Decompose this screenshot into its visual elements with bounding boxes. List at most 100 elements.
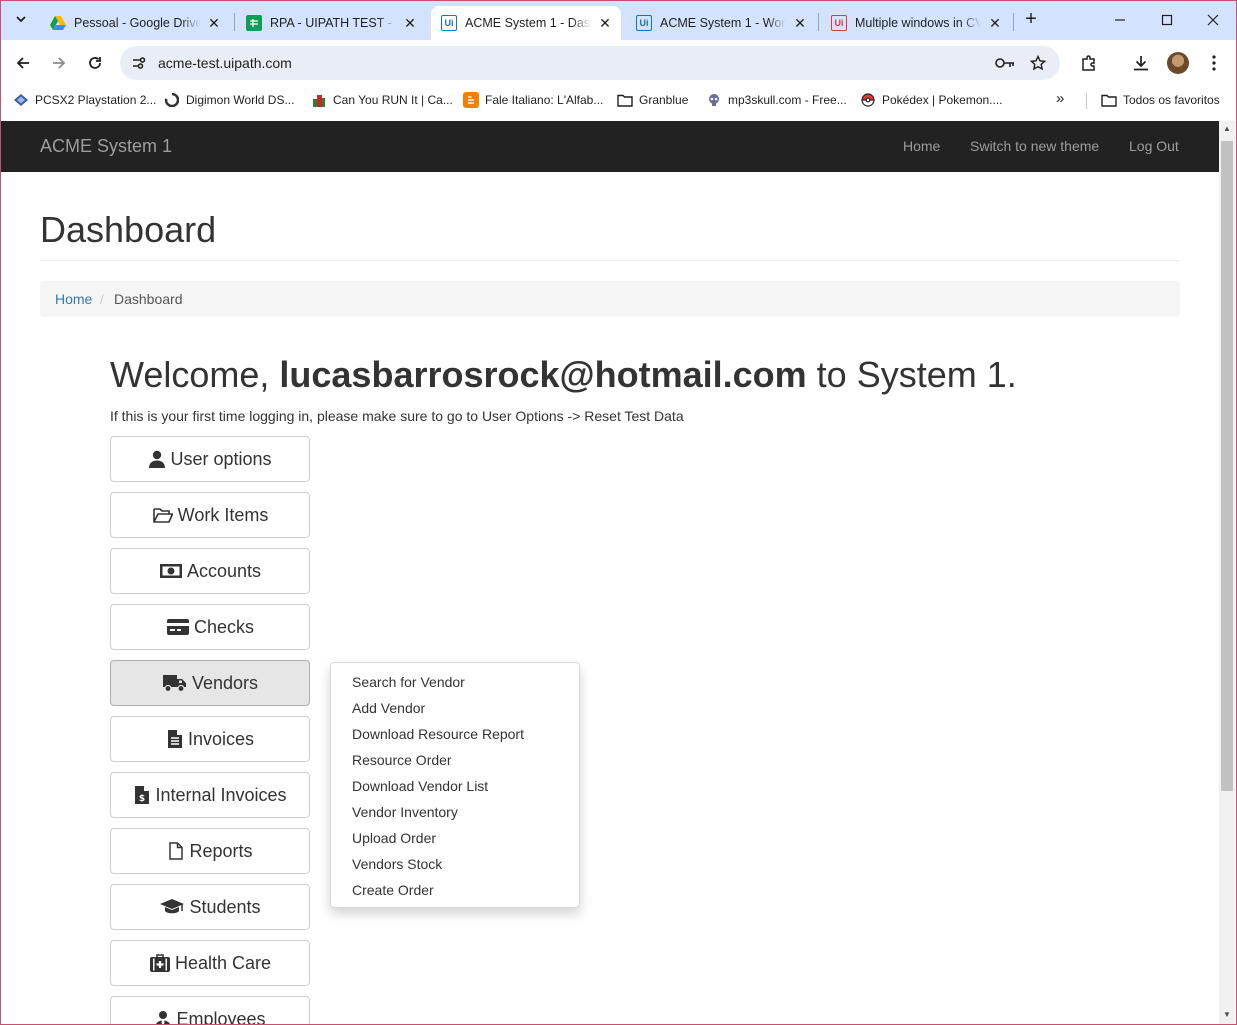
breadcrumb-home-link[interactable]: Home <box>55 291 92 307</box>
back-button[interactable] <box>10 50 36 76</box>
button-label: Health Care <box>174 952 272 973</box>
internal-invoices-button[interactable]: $ Internal Invoices <box>110 772 310 818</box>
welcome-suffix: to System 1. <box>806 354 1017 395</box>
menu-item-vendor-inventory[interactable]: Vendor Inventory <box>352 804 458 820</box>
brand-link[interactable]: ACME System 1 <box>40 136 172 157</box>
divider <box>40 260 1180 261</box>
close-icon[interactable]: ✕ <box>206 15 222 31</box>
menu-item-search-for-vendor[interactable]: Search for Vendor <box>352 674 465 690</box>
button-label: Internal Invoices <box>155 784 287 805</box>
menu-item-vendors-stock[interactable]: Vendors Stock <box>352 856 442 872</box>
nav-home-link[interactable]: Home <box>903 138 940 154</box>
chevron-down-icon <box>16 16 26 23</box>
menu-item-download-resource-report[interactable]: Download Resource Report <box>352 726 524 742</box>
page-title: Dashboard <box>40 209 217 250</box>
tab-title: ACME System 1 - Work <box>660 16 786 30</box>
tab-multiple-windows[interactable]: Ui Multiple windows in CV ✕ <box>821 6 1011 40</box>
minimize-icon <box>1115 19 1125 21</box>
puzzle-icon <box>1082 55 1095 71</box>
file-text-icon <box>166 730 184 748</box>
menu-item-upload-order[interactable]: Upload Order <box>352 830 436 846</box>
tab-google-sheets[interactable]: RPA - UIPATH TEST - Pl ✕ <box>236 6 426 40</box>
checks-button[interactable]: Checks <box>110 604 310 650</box>
window-close-button[interactable] <box>1201 8 1225 32</box>
bookmark-label: Pokédex | Pokemon.... <box>882 93 1003 107</box>
button-label: Accounts <box>186 560 262 581</box>
close-icon[interactable]: ✕ <box>402 15 418 31</box>
bookmark-digimon[interactable]: Digimon World DS... <box>164 92 294 108</box>
minimize-button[interactable] <box>1108 8 1132 32</box>
employees-button[interactable]: Employees <box>110 996 310 1025</box>
page-scrollbar[interactable]: ▲ ▼ <box>1219 121 1235 1025</box>
key-icon[interactable] <box>994 52 1016 74</box>
mp3skull-icon <box>706 92 722 108</box>
bookmarks-overflow-button[interactable]: » <box>1056 90 1064 107</box>
download-icon <box>1134 56 1148 71</box>
breadcrumb: Home / Dashboard <box>40 281 1180 317</box>
bookmark-granblue[interactable]: Granblue <box>617 92 688 108</box>
bookmark-label: Digimon World DS... <box>186 93 295 107</box>
all-bookmarks-folder[interactable]: Todos os favoritos <box>1101 92 1220 108</box>
tab-google-drive[interactable]: Pessoal - Google Drive ✕ <box>40 6 230 40</box>
close-icon[interactable]: ✕ <box>987 15 1003 31</box>
button-label: Invoices <box>187 728 255 749</box>
reload-icon <box>89 57 101 69</box>
maximize-button[interactable] <box>1155 8 1179 32</box>
scrollbar-thumb[interactable] <box>1221 141 1233 791</box>
arrow-left-icon <box>16 57 29 69</box>
work-items-button[interactable]: Work Items <box>110 492 310 538</box>
menu-item-download-vendor-list[interactable]: Download Vendor List <box>352 778 488 794</box>
star-icon[interactable] <box>1027 52 1049 74</box>
reload-button[interactable] <box>82 50 108 76</box>
accounts-button[interactable]: Accounts <box>110 548 310 594</box>
button-label: Employees <box>176 1008 266 1025</box>
blogger-icon <box>463 92 479 108</box>
bookmark-italiano[interactable]: Fale Italiano: L'Alfab... <box>463 92 603 108</box>
menu-item-add-vendor[interactable]: Add Vendor <box>352 700 425 716</box>
new-tab-button[interactable]: + <box>1020 9 1042 31</box>
welcome-user-email: lucasbarrosrock@hotmail.com <box>279 354 807 395</box>
invoices-button[interactable]: Invoices <box>110 716 310 762</box>
bookmark-label: Can You RUN It | Ca... <box>333 93 453 107</box>
vendors-button[interactable]: Vendors <box>110 660 310 706</box>
medkit-icon <box>149 954 171 972</box>
bookmark-pcsx2[interactable]: PCSX2 Playstation 2... <box>13 92 156 108</box>
user-options-button[interactable]: User options <box>110 436 310 482</box>
bookmark-mp3skull[interactable]: mp3skull.com - Free... <box>706 92 847 108</box>
app-navbar: ACME System 1 Home Switch to new theme L… <box>1 121 1219 172</box>
site-settings-icon[interactable] <box>128 52 150 74</box>
truck-icon <box>162 674 188 692</box>
close-icon[interactable]: ✕ <box>792 15 808 31</box>
tab-acme-work[interactable]: Ui ACME System 1 - Work ✕ <box>626 6 816 40</box>
students-button[interactable]: Students <box>110 884 310 930</box>
tab-search-button[interactable] <box>8 6 34 32</box>
close-icon <box>1207 14 1219 26</box>
tab-title: Multiple windows in CV <box>855 16 981 30</box>
button-label: Checks <box>193 616 255 637</box>
menu-item-resource-order[interactable]: Resource Order <box>352 752 452 768</box>
user-tie-icon <box>154 1010 172 1025</box>
nav-switch-theme-link[interactable]: Switch to new theme <box>970 138 1099 154</box>
bookmarks-bar: PCSX2 Playstation 2... Digimon World DS.… <box>0 85 1237 115</box>
close-icon[interactable]: ✕ <box>597 15 613 31</box>
health-care-button[interactable]: Health Care <box>110 940 310 986</box>
browser-menu-button[interactable] <box>1202 51 1226 75</box>
downloads-button[interactable] <box>1129 51 1153 75</box>
tab-acme-dashboard[interactable]: Ui ACME System 1 - Dashb ✕ <box>431 6 621 40</box>
uipath-red-icon: Ui <box>831 15 847 31</box>
bookmark-pokedex[interactable]: Pokédex | Pokemon.... <box>860 92 1003 108</box>
arrow-right-icon <box>53 57 66 69</box>
bookmark-canyourunit[interactable]: Can You RUN It | Ca... <box>311 92 453 108</box>
reports-button[interactable]: Reports <box>110 828 310 874</box>
scroll-down-icon[interactable]: ▼ <box>1223 1011 1231 1019</box>
forward-button[interactable] <box>46 50 72 76</box>
extensions-button[interactable] <box>1077 51 1101 75</box>
button-label: Reports <box>189 840 253 861</box>
bookmark-label: Fale Italiano: L'Alfab... <box>485 93 604 107</box>
address-bar[interactable]: acme-test.uipath.com <box>120 46 1060 80</box>
menu-item-create-order[interactable]: Create Order <box>352 882 434 898</box>
credit-card-icon <box>166 618 190 636</box>
profile-avatar[interactable] <box>1167 52 1189 74</box>
nav-logout-link[interactable]: Log Out <box>1129 138 1179 154</box>
scroll-up-icon[interactable]: ▲ <box>1223 125 1231 133</box>
